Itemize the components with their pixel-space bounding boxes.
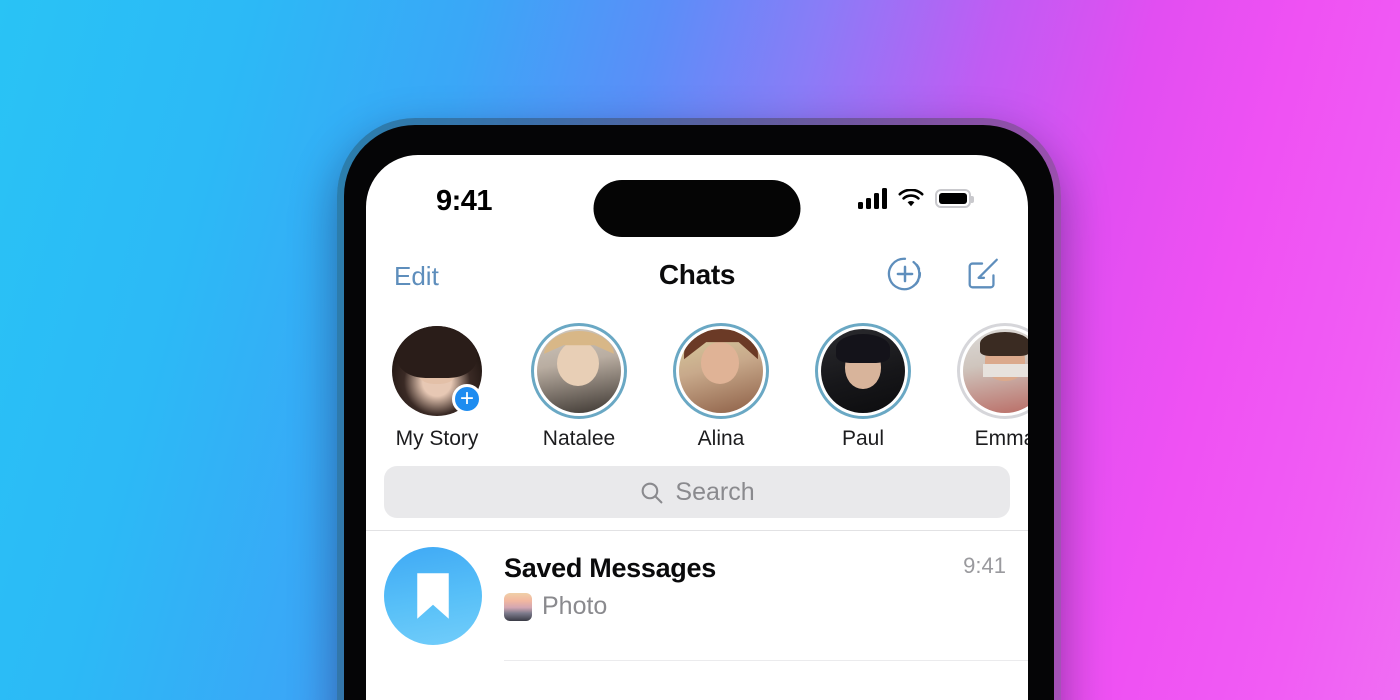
story-ring: + [389,323,485,419]
story-label: My Story [395,427,479,450]
story-label: Emma [974,427,1028,450]
status-icons [858,188,974,209]
phone-screen: 9:41 Edit Chats + My Story Natalee Alina… [366,155,1028,700]
story-item-my-story[interactable]: + My Story [366,323,508,460]
story-label: Paul [841,427,885,450]
search-magnifier-icon [641,482,663,503]
story-ring [673,323,769,419]
cellular-bars-icon [858,188,887,209]
story-label: Natalee [542,427,616,450]
story-item-alina[interactable]: Alina [650,323,792,460]
story-item-emma[interactable]: Emma [934,323,1028,460]
edit-button[interactable]: Edit [394,261,439,292]
dynamic-island [593,180,801,237]
chat-subtitle-row: Photo [504,592,1010,621]
bookmark-icon [417,573,449,619]
status-bar: 9:41 [366,155,1028,247]
story-item-natalee[interactable]: Natalee [508,323,650,460]
table-row[interactable]: Saved Messages Photo 9:41 [366,531,1028,661]
chat-timestamp: 9:41 [963,553,1006,578]
search-placeholder: Search [675,477,755,506]
chat-title: Saved Messages [504,553,716,583]
iphone-device-frame: 9:41 Edit Chats + My Story Natalee Alina… [337,118,1061,700]
avatar [537,329,621,413]
row-divider [504,660,1028,661]
search-container: Search [366,460,1028,530]
story-ring [531,323,627,419]
story-ring [957,323,1028,419]
add-story-badge-icon[interactable]: + [452,384,482,414]
battery-full-icon [935,189,974,208]
story-label: Alina [697,427,745,450]
stories-row[interactable]: + My Story Natalee Alina Paul Emm [366,315,1028,460]
status-time: 9:41 [436,185,493,217]
nav-actions [886,255,1002,293]
chat-row-body: Saved Messages Photo [504,547,1010,621]
wifi-icon [898,188,924,206]
avatar [821,329,905,413]
navigation-bar: Edit Chats [366,247,1028,315]
chat-list: Saved Messages Photo 9:41 [366,531,1028,661]
wallpaper-background: 9:41 Edit Chats + My Story Natalee Alina… [0,0,1400,700]
page-title: Chats [658,259,736,290]
story-ring [815,323,911,419]
story-item-paul[interactable]: Paul [792,323,934,460]
avatar [384,547,482,645]
photo-thumbnail-icon [504,592,532,621]
search-input[interactable]: Search [384,466,1010,518]
chat-subtitle: Photo [542,592,608,620]
plus-circle-dashed-icon[interactable] [886,255,924,293]
avatar [963,329,1028,413]
compose-pencil-square-icon[interactable] [964,255,1002,293]
avatar [679,329,763,413]
